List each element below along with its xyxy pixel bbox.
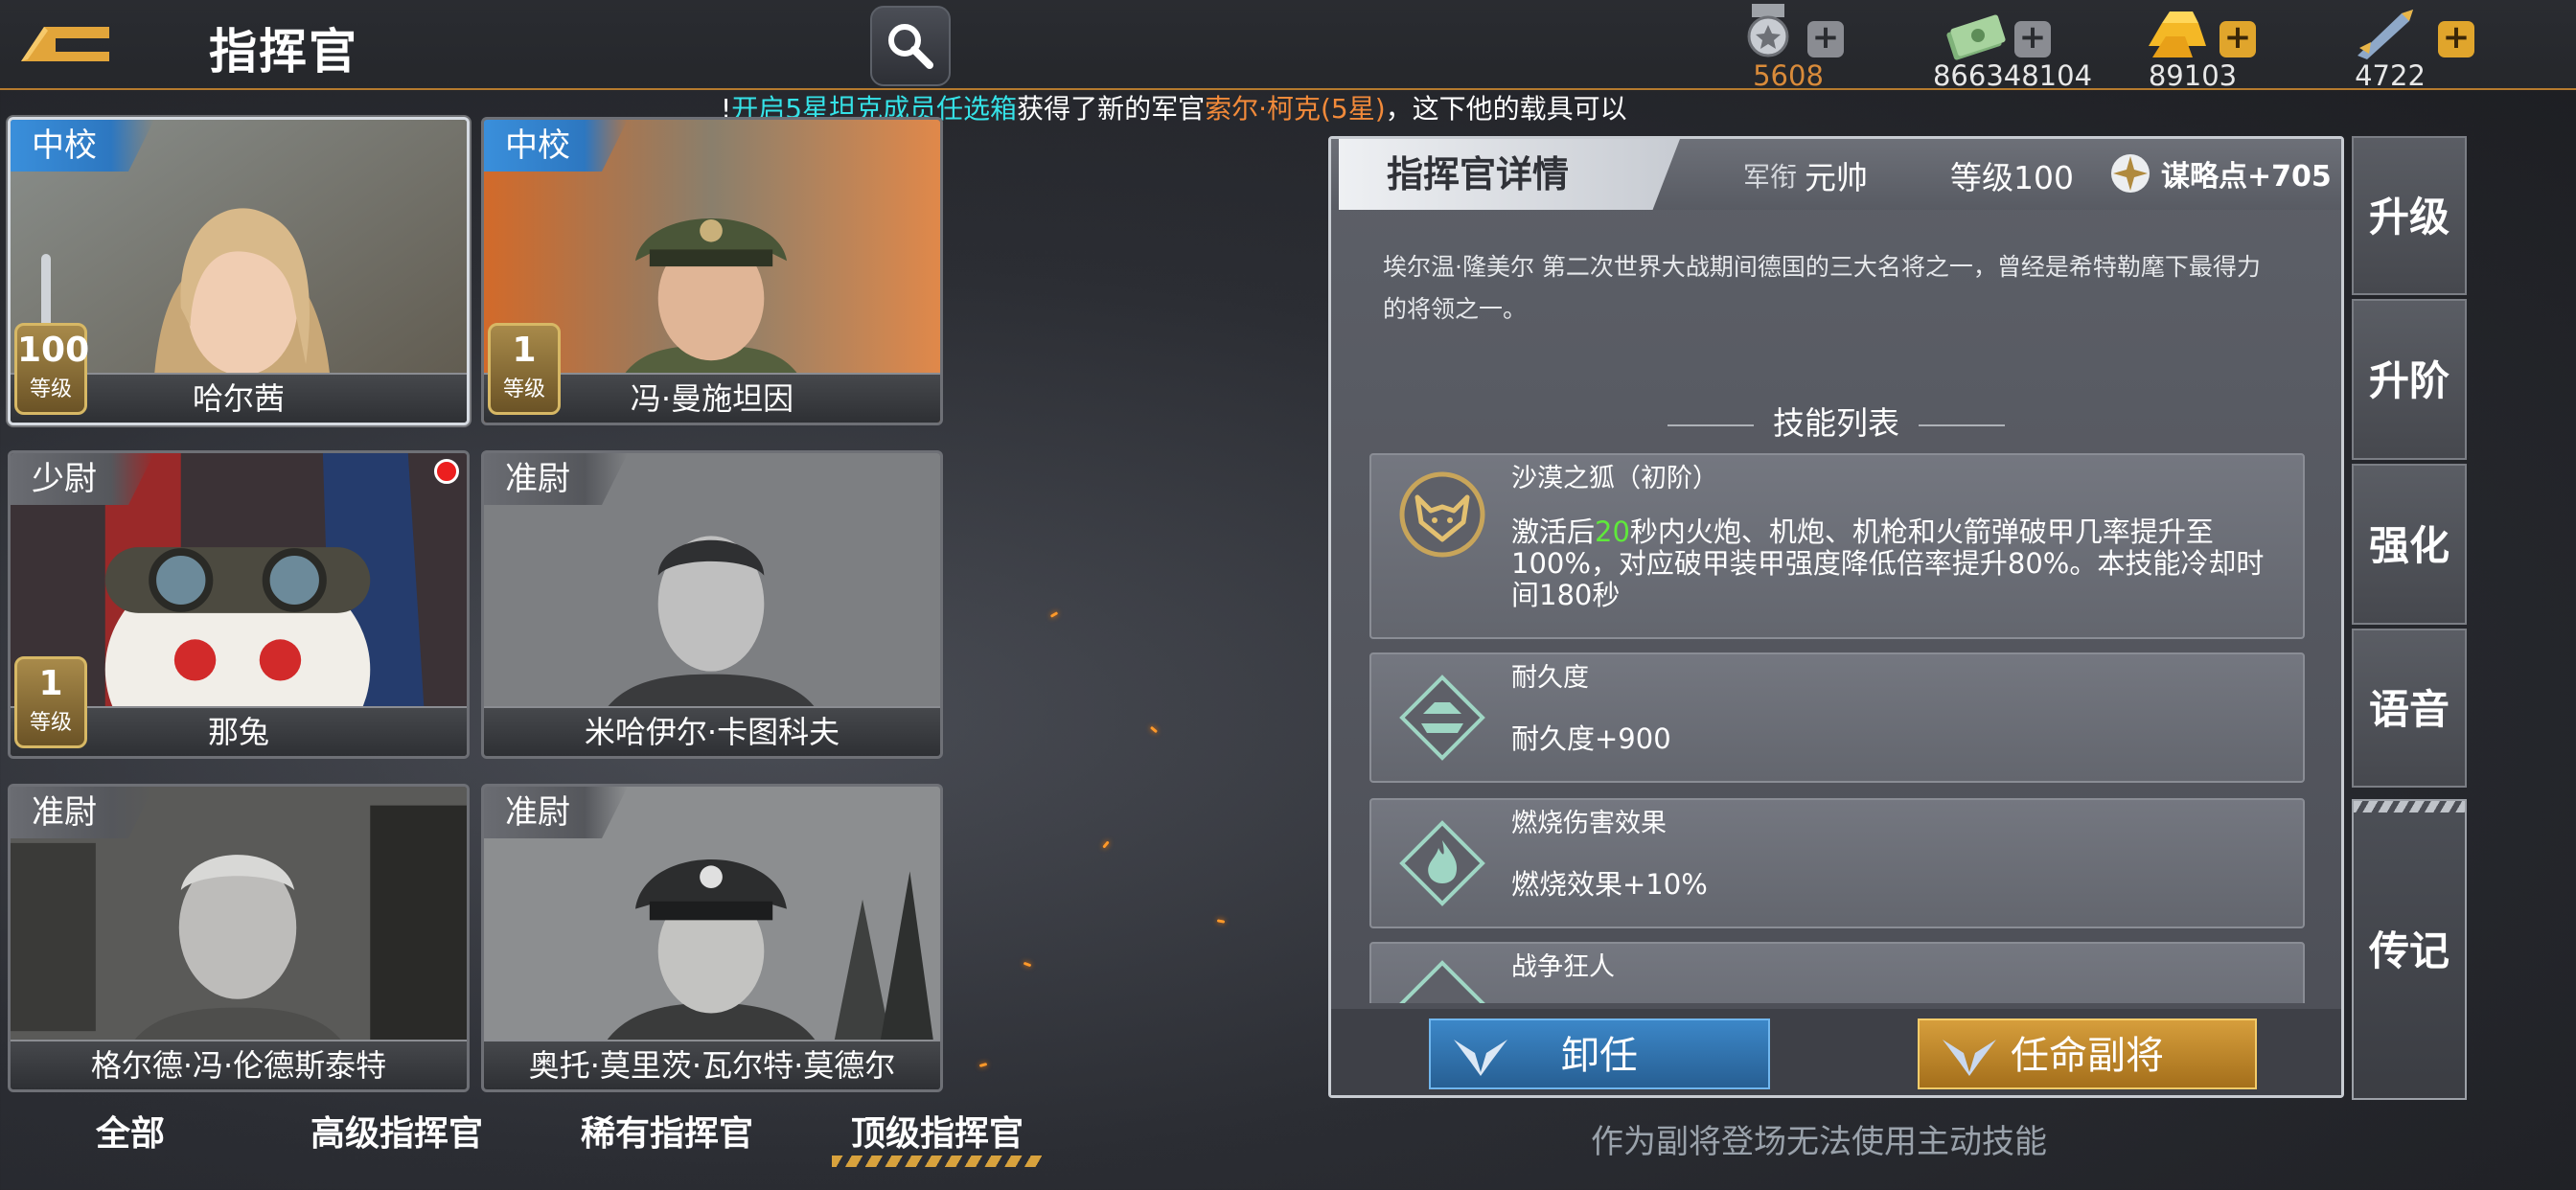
divider [1668,423,1754,426]
skill-name: 沙漠之狐（初阶） [1511,464,1718,493]
filter-tab-all[interactable]: 全部 [96,1106,165,1156]
commander-card[interactable]: 少尉 1 等级 那兔 [8,450,470,759]
side-tab-upgrade[interactable]: 升级 [2352,136,2467,295]
cash-icon [1946,14,2006,60]
dismiss-label: 卸任 [1561,1034,1638,1078]
compass-icon [2111,154,2150,193]
gold-bar-icon [2149,11,2206,57]
commander-card[interactable]: 中校 100 等级 哈尔茜 [8,117,470,425]
search-button[interactable] [870,6,951,86]
commander-card[interactable]: 准尉 米哈伊尔·卡图科夫 [481,450,943,759]
divider [1919,423,2005,426]
filter-tab-senior[interactable]: 高级指挥官 [310,1106,483,1156]
level-number: 1 [38,664,63,703]
skill-name: 燃烧伤害效果 [1511,809,1667,838]
spark [978,1063,988,1067]
wings-icon [1943,1040,1996,1076]
back-button[interactable] [13,13,119,71]
add-gold-button[interactable]: + [2220,21,2256,57]
deputy-note: 作为副将登场无法使用主动技能 [1591,1123,2047,1161]
skill-item[interactable]: 沙漠之狐（初阶） 激活后20秒内火炮、机炮、机枪和火箭弹破甲几率提升至100%，… [1369,453,2305,639]
search-icon [888,24,933,69]
skill-desc-a: 激活后 [1511,515,1596,548]
spark [1216,919,1226,924]
appoint-deputy-label: 任命副将 [2011,1034,2164,1078]
panel-header: 指挥官详情 军衔 元帅 等级100 谋略点+705 [1331,139,2341,210]
medal-icon [1747,4,1789,57]
commander-name: 奥托·莫里茨·瓦尔特·莫德尔 [484,1040,940,1089]
commander-name: 米哈伊尔·卡图科夫 [484,706,940,756]
ticker-text: 获得了新的军官 [1017,93,1206,125]
commander-card[interactable]: 准尉 奥托·莫里茨·瓦尔特·莫德尔 [481,784,943,1092]
side-tab-biography[interactable]: 传记 [2352,799,2467,1100]
level-label: 等级 [29,711,72,735]
commander-card[interactable]: 准尉 格尔德·冯·伦德斯泰特 [8,784,470,1092]
burn-icon [1399,820,1485,906]
active-tab-indicator [832,1156,1045,1167]
skills-heading: 技能列表 [1331,398,2341,444]
dismiss-button[interactable]: 卸任 [1429,1018,1770,1089]
side-tab-biography-label: 传记 [2368,927,2450,974]
level-text: 等级100 [1950,159,2074,196]
appoint-deputy-button[interactable]: 任命副将 [1918,1018,2257,1089]
top-bar: 指挥官 + 5608 + 866348104 + 89103 + 4722 [0,0,2576,92]
skill-name: 耐久度 [1511,663,1589,693]
skill-description: 燃烧效果+10% [1511,868,1708,901]
strategy-points-value: 谋略点+705 [2161,160,2332,194]
resource-rocket: + 4722 [2352,4,2576,92]
skill-description: 激活后20秒内火炮、机炮、机枪和火箭弹破甲几率提升至100%，对应破甲装甲强度降… [1511,516,2288,611]
spark [1149,725,1159,734]
back-arrow-icon [21,27,109,61]
rank-value: 元帅 [1805,159,1868,196]
rank-label: 军衔 [1743,161,1798,193]
spark [1023,961,1032,968]
side-tab-enhance[interactable]: 强化 [2352,464,2467,625]
skill-description: 耐久度+900 [1511,722,1671,755]
skill-list[interactable]: 沙漠之狐（初阶） 激活后20秒内火炮、机炮、机枪和火箭弹破甲几率提升至100%，… [1369,453,2305,1003]
rocket-value: 4722 [2355,59,2426,92]
skill-item[interactable]: 燃烧伤害效果 燃烧效果+10% [1369,798,2305,928]
notification-dot [434,459,459,484]
level-badge: 1 等级 [14,656,87,748]
ticker-officer: 索尔·柯克(5星) [1205,93,1386,125]
add-medal-button[interactable]: + [1807,21,1844,57]
gold-value: 89103 [2148,59,2238,92]
skill-item[interactable]: 战争狂人 [1369,942,2305,1003]
level-label: 等级 [502,378,545,401]
level-number: 100 [17,331,90,370]
strategy-points: 谋略点+705 [2109,152,2332,195]
fox-icon [1399,471,1485,558]
ticker-tail: ，这下他的载具可以 [1385,93,1627,125]
level-badge: 100 等级 [14,323,90,415]
war-fanatic-icon [1399,960,1485,1003]
level-label: 等级 [29,378,72,401]
active-stripe [2354,801,2465,812]
medal-value: 5608 [1753,59,1824,92]
durability-icon [1399,675,1485,761]
skill-name: 战争狂人 [1511,952,1615,982]
panel-title: 指挥官详情 [1339,139,1680,210]
side-tab-promote[interactable]: 升阶 [2352,299,2467,460]
commander-card[interactable]: 中校 1 等级 冯·曼施坦因 [481,117,943,425]
panel-footer: 卸任 任命副将 [1331,1009,2341,1095]
filter-tab-top[interactable]: 顶级指挥官 [851,1106,1024,1156]
spark [1102,840,1110,849]
page-title: 指挥官 [209,24,358,80]
level-badge: 1 等级 [488,323,561,415]
filter-tab-rare[interactable]: 稀有指挥官 [581,1106,753,1156]
add-rocket-button[interactable]: + [2438,21,2474,57]
skills-heading-text: 技能列表 [1773,404,1899,442]
commander-bio: 埃尔温·隆美尔 第二次世界大战期间德国的三大名将之一，曾经是希特勒麾下最得力的将… [1383,253,2261,323]
wings-icon [1454,1040,1507,1076]
level-number: 1 [512,331,537,370]
side-tab-voice[interactable]: 语音 [2352,629,2467,788]
commander-name: 格尔德·冯·伦德斯泰特 [11,1040,467,1089]
rocket-icon [2358,10,2413,59]
spark [1049,611,1059,618]
skill-desc-highlight: 20 [1595,515,1630,548]
add-cash-button[interactable]: + [2014,21,2051,57]
skill-item[interactable]: 耐久度 耐久度+900 [1369,652,2305,783]
commander-detail-panel: 指挥官详情 军衔 元帅 等级100 谋略点+705 埃尔温·隆美尔 第二次世界大… [1328,136,2344,1098]
